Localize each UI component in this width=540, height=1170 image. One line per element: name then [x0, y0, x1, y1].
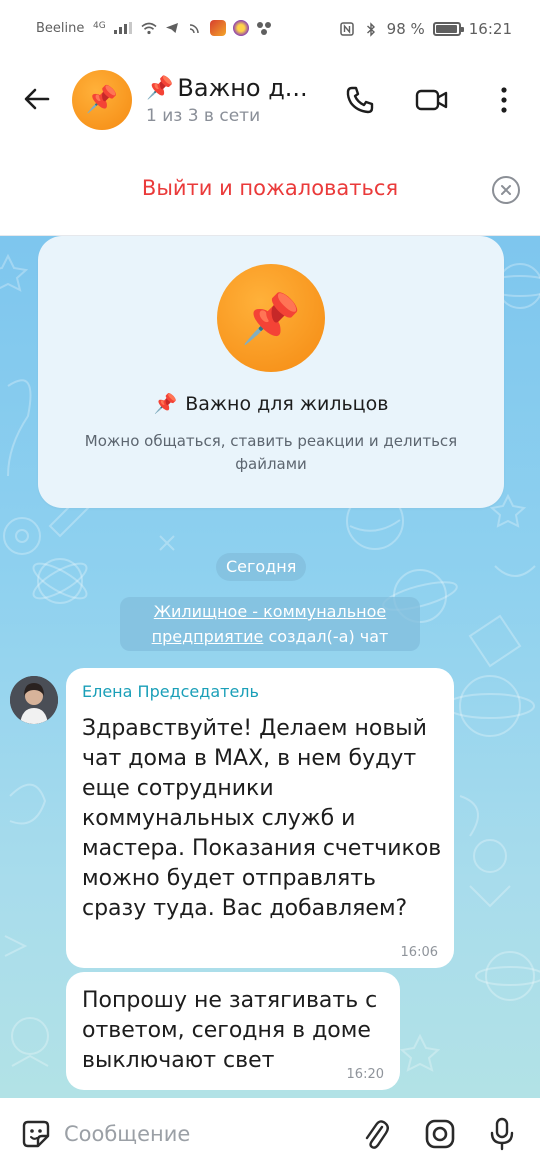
leave-report-bar: Выйти и пожаловаться	[0, 140, 540, 236]
video-camera-icon	[415, 89, 448, 111]
more-vertical-icon	[501, 87, 507, 113]
dismiss-leave-bar-button[interactable]	[492, 176, 520, 204]
game-app-icon-2	[233, 20, 250, 36]
close-icon	[501, 185, 511, 195]
carrier-name: Beeline	[36, 20, 85, 36]
paperclip-icon	[365, 1120, 389, 1149]
chat-title-area[interactable]: 📌 Важно д... 1 из 3 в сети	[146, 74, 316, 126]
chat-info-card: 📌 📌 Важно для жильцов Можно общаться, ст…	[38, 236, 504, 508]
sender-photo	[10, 676, 58, 724]
game-app-icon	[210, 20, 227, 36]
message-text: Здравствуйте! Делаем новый чат дома в MA…	[82, 716, 442, 921]
chat-info-avatar: 📌	[217, 264, 325, 372]
info-title-pushpin-icon: 📌	[153, 393, 178, 415]
message-input[interactable]	[64, 1114, 334, 1154]
message-input-bar	[0, 1098, 540, 1170]
chat-info-title-text: Важно для жильцов	[185, 392, 389, 415]
back-arrow-icon	[24, 88, 50, 110]
service-message-text: создал(-а) чат	[263, 627, 389, 646]
pushpin-icon: 📌	[85, 85, 119, 115]
cast-icon	[187, 21, 203, 35]
status-right: 98 % 16:21	[339, 20, 512, 38]
message-time: 16:06	[400, 945, 438, 960]
sender-name[interactable]: Елена Председатель	[82, 682, 259, 701]
clock: 16:21	[468, 20, 512, 38]
chat-info-title: 📌 Важно для жильцов	[38, 392, 504, 416]
leave-and-report-button[interactable]: Выйти и пожаловаться	[0, 176, 540, 200]
sticker-button[interactable]	[16, 1114, 56, 1154]
chat-header: 📌 📌 Важно д... 1 из 3 в сети	[0, 58, 540, 140]
voice-message-button[interactable]	[482, 1114, 522, 1154]
telegram-notification-icon	[164, 21, 180, 35]
more-options-button[interactable]	[484, 80, 524, 120]
message-text: Попрошу не затягивать с ответом, сегодня…	[82, 988, 378, 1073]
camera-icon	[425, 1119, 455, 1149]
battery-fill	[435, 25, 458, 33]
chat-info-description: Можно общаться, ставить реакции и делить…	[84, 432, 458, 473]
status-left: Beeline 4G	[36, 20, 272, 36]
chat-title-text: Важно д...	[177, 74, 308, 102]
chat-title: 📌 Важно д...	[146, 74, 316, 102]
wifi-icon	[141, 21, 157, 35]
nfc-icon	[339, 22, 355, 36]
microphone-icon	[490, 1117, 514, 1151]
chat-avatar[interactable]: 📌	[72, 70, 132, 130]
network-type-label: 4G	[93, 21, 106, 31]
message-time: 16:20	[346, 1067, 384, 1082]
back-button[interactable]	[18, 80, 56, 118]
camera-button[interactable]	[420, 1114, 460, 1154]
phone-icon	[346, 86, 374, 114]
title-pushpin-icon: 📌	[146, 75, 174, 101]
sender-avatar[interactable]	[10, 676, 58, 724]
attach-button[interactable]	[356, 1114, 396, 1154]
message-bubble[interactable]: Елена Председатель Здравствуйте! Делаем …	[66, 668, 454, 968]
service-message: Жилищное - коммунальное предприятие созд…	[120, 597, 420, 651]
dots-app-icon	[256, 21, 272, 35]
date-separator: Сегодня	[216, 553, 307, 581]
video-call-button[interactable]	[412, 80, 452, 120]
battery-percent: 98 %	[386, 20, 425, 38]
bluetooth-icon	[363, 21, 379, 37]
status-bar: Beeline 4G 98 % 16:21	[0, 0, 540, 58]
message-bubble[interactable]: Попрошу не затягивать с ответом, сегодня…	[66, 972, 400, 1090]
sticker-icon	[22, 1120, 50, 1148]
signal-strength-icon	[114, 22, 134, 34]
battery-icon	[432, 22, 464, 36]
pushpin-large-icon: 📌	[241, 290, 301, 347]
online-status: 1 из 3 в сети	[146, 106, 261, 126]
call-button[interactable]	[340, 80, 380, 120]
chat-messages-area[interactable]: 📌 📌 Важно для жильцов Можно общаться, ст…	[0, 236, 540, 1098]
